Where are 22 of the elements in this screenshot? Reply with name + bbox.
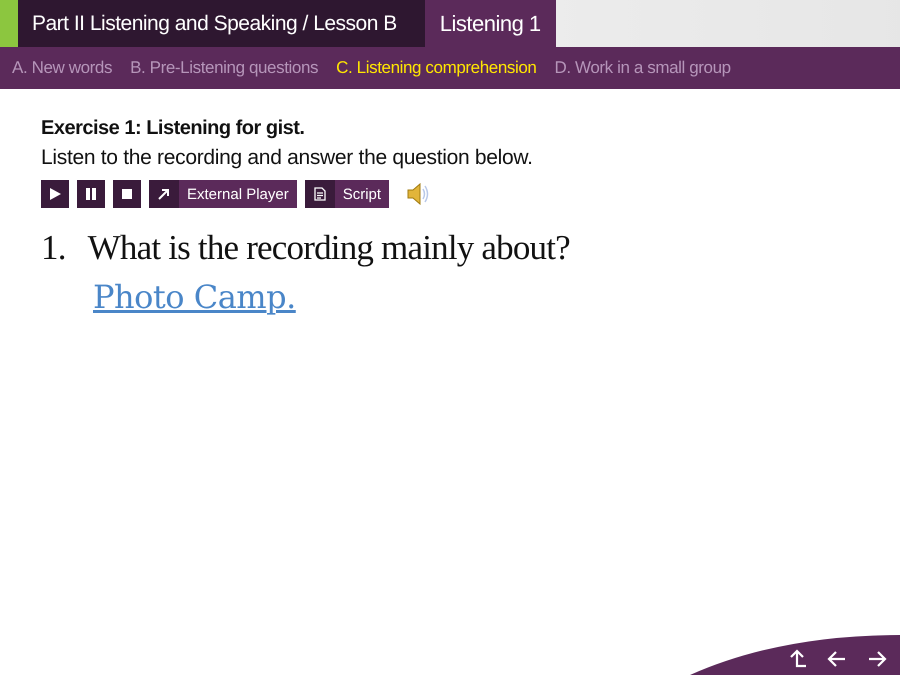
accent-bar <box>0 0 18 47</box>
section-tab[interactable]: Listening 1 <box>424 0 556 47</box>
document-icon <box>314 187 326 201</box>
exercise-title: Exercise 1: Listening for gist. <box>41 117 306 140</box>
play-button[interactable] <box>41 180 69 208</box>
answer-text: Photo Camp. <box>93 278 297 316</box>
header-title: Part II Listening and Speaking / Lesson B <box>18 0 425 47</box>
nav-tab[interactable]: D. Work in a small group <box>550 58 735 78</box>
nav-tab[interactable]: C. Listening comprehension <box>332 58 540 78</box>
question-text: What is the recording mainly about? <box>88 228 570 268</box>
question-number: 1. <box>41 228 66 268</box>
external-player-button[interactable]: External Player <box>149 180 297 208</box>
stop-icon <box>120 187 134 201</box>
pause-button[interactable] <box>77 180 105 208</box>
play-icon <box>48 187 62 201</box>
pause-icon <box>84 187 98 201</box>
nav-tab[interactable]: A. New words <box>8 58 116 78</box>
instruction-text: Listen to the recording and answer the question below. <box>41 146 534 170</box>
script-button[interactable]: Script <box>304 180 390 208</box>
nav-tab[interactable]: B. Pre-Listening questions <box>126 58 322 78</box>
diagonal-arrow-icon <box>157 187 171 201</box>
stop-button[interactable] <box>113 180 141 208</box>
